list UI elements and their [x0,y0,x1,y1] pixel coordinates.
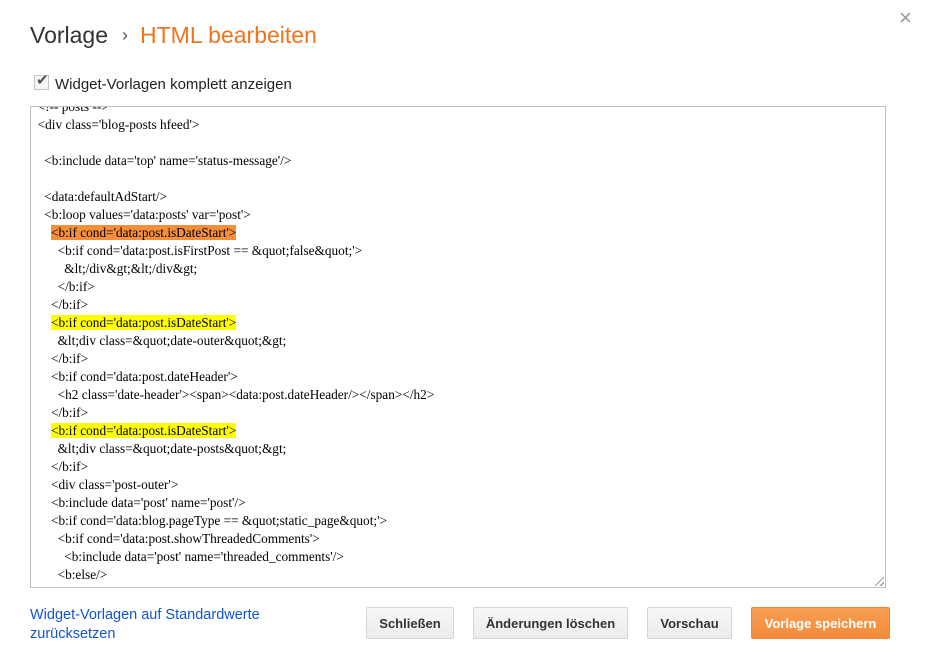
code-text: <b:else/> [57,567,108,582]
code-content[interactable]: <!-- posts --> <div class='blog-posts hf… [31,106,435,584]
code-text: &lt;div class=&quot;date-outer&quot;&gt; [57,333,287,348]
code-text: <b:if cond='data:post.dateHeader'> [50,369,238,384]
close-icon[interactable]: × [899,7,912,29]
code-text: <!-- posts --> [37,106,109,114]
checkmark-icon: ✔ [36,72,49,89]
code-line: </b:if> [31,350,434,368]
code-text: <b:include data='post' name='threaded_co… [64,549,344,564]
reset-widget-templates-link[interactable]: Widget-Vorlagen auf Standardwerte zurück… [30,606,300,644]
code-line: <h2 class='date-header'><span><data:post… [31,386,435,404]
code-text: <div class='post-outer'> [50,477,179,492]
html-code-editor[interactable]: <!-- posts --> <div class='blog-posts hf… [30,106,886,588]
code-line: </b:if> [31,278,434,296]
code-line: </b:if> [31,296,434,314]
breadcrumb-root[interactable]: Vorlage [30,22,108,48]
code-text: <div class='blog-posts hfeed'> [37,117,200,132]
code-line: <div class='post-outer'> [31,476,434,494]
code-text: </b:if> [50,459,89,474]
code-line: <b:if cond='data:post.isDateStart'> [31,224,434,242]
code-text: <data:defaultAdStart/> [44,189,168,204]
code-line: <b:if cond='data:post.isDateStart'> [31,422,434,440]
code-line: <b:if cond='data:post.isFirstPost == &qu… [31,242,434,260]
code-line: </b:if> [31,458,434,476]
code-line: &lt;/div&gt;&lt;/div&gt; [31,260,434,278]
code-line: <b:include data='post' name='post'/> [31,494,434,512]
code-highlight: <b:if cond='data:post.isDateStart'> [50,423,237,438]
code-line: <!-- posts --> [31,106,434,116]
code-line: <b:include data='post' name='threaded_co… [31,548,434,566]
show-widget-templates-checkbox[interactable]: ✔ [34,72,49,90]
show-widget-templates-option[interactable]: ✔ Widget-Vorlagen komplett anzeigen [34,72,292,95]
code-text: &lt;div class=&quot;date-posts&quot;&gt; [57,441,287,456]
page-title: Vorlage › HTML bearbeiten [30,20,317,52]
code-text: <b:if cond='data:blog.pageType == &quot;… [50,513,387,528]
code-highlight: <b:if cond='data:post.isDateStart'> [50,315,237,330]
code-line: &lt;div class=&quot;date-outer&quot;&gt; [31,332,434,350]
code-line: <b:loop values='data:posts' var='post'> [31,206,434,224]
code-text: <h2 class='date-header'><span><data:post… [57,387,435,402]
code-text: </b:if> [50,297,89,312]
code-text: <b:include data='top' name='status-messa… [44,153,292,168]
code-line: <data:defaultAdStart/> [31,188,434,206]
code-line: <div class='blog-posts hfeed'> [31,116,434,134]
close-button[interactable]: Schließen [366,607,454,639]
resize-handle-icon[interactable] [875,577,884,586]
code-text: </b:if> [57,279,95,294]
code-text: <b:if cond='data:post.showThreadedCommen… [57,531,320,546]
code-line: &lt;div class=&quot;date-posts&quot;&gt; [31,440,434,458]
breadcrumb-current: HTML bearbeiten [140,22,317,48]
code-line: <b:if cond='data:blog.pageType == &quot;… [31,512,434,530]
code-text: </b:if> [50,351,89,366]
code-line: <b:else/> [31,566,434,584]
code-line: <b:if cond='data:post.isDateStart'> [31,314,434,332]
code-line: <b:if cond='data:post.dateHeader'> [31,368,434,386]
code-line: <b:if cond='data:post.showThreadedCommen… [31,530,434,548]
code-line: <b:include data='top' name='status-messa… [31,152,434,170]
discard-changes-button[interactable]: Änderungen löschen [473,607,628,639]
code-text: <b:loop values='data:posts' var='post'> [44,207,251,222]
code-text: </b:if> [50,405,89,420]
code-text: &lt;/div&gt;&lt;/div&gt; [64,261,198,276]
code-line: </b:if> [31,404,434,422]
code-text: <b:include data='post' name='post'/> [50,495,246,510]
save-template-button[interactable]: Vorlage speichern [751,607,890,639]
code-highlight: <b:if cond='data:post.isDateStart'> [50,225,237,240]
preview-button[interactable]: Vorschau [647,607,732,639]
show-widget-templates-label[interactable]: Widget-Vorlagen komplett anzeigen [55,76,292,93]
code-text: <b:if cond='data:post.isFirstPost == &qu… [57,243,363,258]
breadcrumb-separator-icon: › [122,25,129,45]
